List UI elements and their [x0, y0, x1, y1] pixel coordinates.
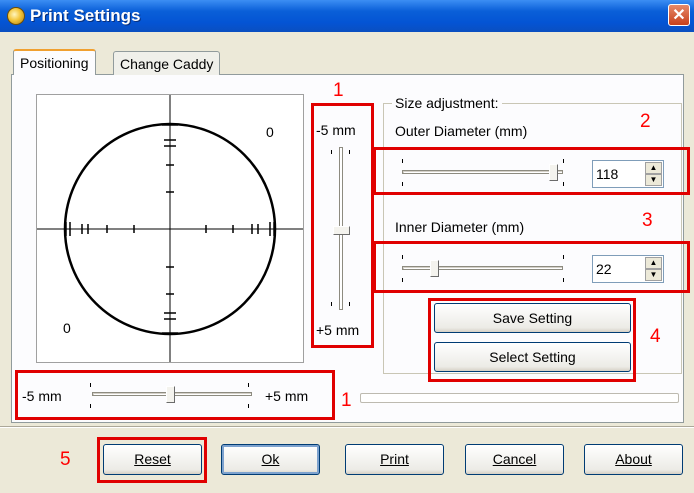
- horizontal-right-label: +5 mm: [265, 388, 309, 404]
- vertical-offset-thumb[interactable]: [333, 226, 350, 235]
- tab-change-caddy[interactable]: Change Caddy: [113, 51, 221, 75]
- inner-diameter-thumb[interactable]: [430, 260, 439, 277]
- inner-diameter-value[interactable]: 22: [596, 261, 612, 277]
- reset-button[interactable]: Reset: [103, 444, 202, 475]
- disc-outline: [37, 95, 303, 362]
- inner-spin-down-icon[interactable]: ▼: [645, 269, 662, 281]
- annotation-3: 3: [642, 210, 653, 231]
- outer-spin-down-icon[interactable]: ▼: [645, 174, 662, 186]
- footer-separator: [0, 426, 694, 428]
- title-bar[interactable]: Print Settings ✕: [0, 0, 694, 32]
- select-setting-button[interactable]: Select Setting: [434, 342, 631, 372]
- outer-diameter-thumb[interactable]: [549, 164, 558, 181]
- annotation-5: 5: [60, 449, 71, 470]
- inner-diameter-spinbox[interactable]: 22 ▲ ▼: [592, 255, 664, 283]
- print-settings-dialog: Print Settings ✕ Positioning Change Cadd…: [0, 0, 694, 493]
- tab-positioning[interactable]: Positioning: [13, 49, 96, 75]
- inner-diameter-track[interactable]: [402, 266, 563, 270]
- annotation-2: 2: [640, 111, 651, 132]
- cancel-label: Cancel: [492, 451, 537, 467]
- reset-label: Reset: [134, 451, 171, 467]
- disc-preview: [36, 94, 304, 363]
- about-button[interactable]: About: [584, 444, 683, 475]
- close-button[interactable]: ✕: [668, 4, 690, 26]
- horizontal-left-label: -5 mm: [22, 388, 62, 404]
- progress-bar: [360, 393, 679, 403]
- ok-label: Ok: [261, 451, 280, 467]
- plot-label-bottom-left: 0: [63, 320, 71, 336]
- print-button[interactable]: Print: [345, 444, 444, 475]
- outer-diameter-spinbox[interactable]: 118 ▲ ▼: [592, 160, 664, 188]
- app-icon: [7, 7, 25, 25]
- outer-spin-up-icon[interactable]: ▲: [645, 162, 662, 174]
- close-icon: ✕: [672, 7, 686, 24]
- annotation-1-horizontal: 1: [341, 390, 352, 411]
- annotation-1-vertical: 1: [333, 80, 344, 101]
- vertical-bottom-label: +5 mm: [316, 322, 360, 338]
- plot-label-top-right: 0: [266, 124, 274, 140]
- vertical-top-label: -5 mm: [316, 122, 356, 138]
- size-adjustment-label: Size adjustment:: [392, 95, 502, 111]
- inner-diameter-label: Inner Diameter (mm): [395, 219, 525, 235]
- outer-diameter-track[interactable]: [402, 170, 563, 174]
- save-setting-button[interactable]: Save Setting: [434, 303, 631, 333]
- annotation-4: 4: [650, 326, 661, 347]
- horizontal-offset-thumb[interactable]: [166, 386, 175, 403]
- cancel-button[interactable]: Cancel: [465, 444, 564, 475]
- print-label: Print: [380, 451, 409, 467]
- ok-button[interactable]: Ok: [221, 444, 320, 475]
- inner-spin-up-icon[interactable]: ▲: [645, 257, 662, 269]
- about-label: About: [615, 451, 652, 467]
- outer-diameter-value[interactable]: 118: [596, 166, 618, 182]
- window-title: Print Settings: [30, 6, 141, 25]
- outer-diameter-label: Outer Diameter (mm): [395, 123, 528, 139]
